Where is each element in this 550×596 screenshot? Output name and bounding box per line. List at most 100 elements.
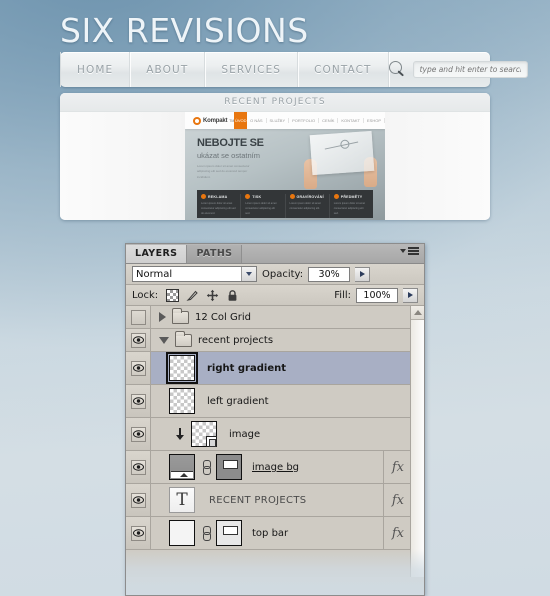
layer-name[interactable]: image	[229, 429, 260, 440]
layer-row[interactable]: left gradient	[126, 385, 424, 418]
vertical-scrollbar[interactable]	[410, 306, 424, 577]
mockup-card-1-head: TISK	[245, 194, 280, 199]
eye-icon[interactable]	[130, 459, 146, 475]
layer-visibility-toggle[interactable]	[126, 329, 151, 351]
layer-name[interactable]: left gradient	[207, 396, 269, 407]
blend-mode-select[interactable]: Normal	[132, 266, 257, 282]
eye-icon[interactable]	[130, 360, 146, 376]
mockup-card-2: GRAVÍROVÁNÍ Lorem ipsum dolor sit amet c…	[286, 194, 330, 218]
layer-visibility-toggle[interactable]	[126, 451, 151, 483]
tab-layers[interactable]: LAYERS	[126, 245, 188, 263]
mockup-card-1-icon	[245, 194, 251, 199]
layer-mask-thumbnail[interactable]	[216, 520, 242, 546]
page-title: SIX REVISIONS	[60, 11, 309, 50]
layer-row[interactable]: T RECENT PROJECTS fx	[126, 484, 424, 517]
mockup-card-2-title: GRAVÍROVÁNÍ	[296, 194, 324, 199]
layer-name[interactable]: image bg	[252, 462, 299, 473]
chevron-right-icon[interactable]	[159, 312, 166, 322]
mockup-card-0-icon	[201, 194, 206, 199]
tab-paths[interactable]: PATHS	[187, 245, 243, 263]
layer-name[interactable]: 12 Col Grid	[195, 312, 251, 323]
eye-icon[interactable]	[130, 426, 146, 442]
clipping-mask-icon	[175, 427, 185, 441]
fx-icon[interactable]: fx	[392, 460, 404, 475]
layer-visibility-toggle[interactable]	[126, 418, 151, 450]
type-layer-icon[interactable]: T	[169, 487, 195, 513]
mockup-card-3-head: PŘEDMĚTY	[333, 194, 369, 199]
lock-transparency-icon[interactable]	[166, 288, 180, 302]
layer-row[interactable]: image	[126, 418, 424, 451]
layer-name[interactable]: RECENT PROJECTS	[209, 495, 306, 506]
layer-body[interactable]: 12 Col Grid	[151, 306, 424, 328]
layer-thumbnail[interactable]	[191, 421, 217, 447]
eye-icon[interactable]	[130, 332, 146, 348]
scroll-up-button[interactable]	[411, 306, 424, 320]
layer-visibility-toggle[interactable]	[126, 385, 151, 417]
layer-name[interactable]: recent projects	[198, 335, 273, 346]
layer-row[interactable]: 12 Col Grid	[126, 306, 424, 329]
search-input[interactable]	[412, 61, 528, 78]
layer-visibility-toggle[interactable]	[126, 484, 151, 516]
blend-mode-value: Normal	[136, 268, 173, 280]
fill-slider-button[interactable]	[403, 287, 418, 303]
layer-body[interactable]: image bg fx	[151, 451, 424, 483]
chevron-down-icon[interactable]	[159, 336, 169, 344]
project-thumbnail[interactable]: Kompakt TM ÚVOD O NÁS SLUŽBY PORTFOLIO C…	[185, 112, 385, 220]
nav-item-home[interactable]: HOME	[60, 52, 131, 87]
panel-menu-icon[interactable]	[400, 247, 419, 255]
nav-item-contact[interactable]: CONTACT	[298, 52, 389, 87]
chevron-down-icon	[400, 248, 406, 253]
layer-mask-thumbnail[interactable]	[216, 454, 242, 480]
mockup-smiley-icon	[340, 139, 350, 150]
layer-visibility-toggle[interactable]	[126, 306, 151, 328]
website-preview: SIX REVISIONS HOME ABOUT SERVICES CONTAC…	[0, 0, 550, 236]
eye-icon[interactable]	[130, 525, 146, 541]
layers-list[interactable]: 12 Col Grid recent projects right gradie…	[126, 306, 424, 577]
site-navbar: HOME ABOUT SERVICES CONTACT	[60, 52, 528, 87]
opacity-input[interactable]: 30%	[308, 266, 351, 282]
layer-name[interactable]: right gradient	[207, 363, 286, 374]
link-icon[interactable]	[201, 526, 211, 541]
lock-position-icon[interactable]	[206, 289, 219, 302]
layer-body[interactable]: left gradient	[151, 385, 424, 417]
layer-body[interactable]: image	[151, 418, 424, 450]
layer-visibility-toggle[interactable]	[126, 352, 151, 384]
layer-body[interactable]: right gradient	[151, 352, 424, 384]
search-icon[interactable]	[388, 61, 406, 78]
layer-row[interactable]: recent projects	[126, 329, 424, 352]
opacity-slider-button[interactable]	[355, 266, 371, 282]
layer-thumbnail[interactable]	[169, 454, 195, 480]
mockup-nav-item-5: ESHOP	[364, 118, 385, 123]
link-icon[interactable]	[201, 460, 211, 475]
nav-item-about[interactable]: ABOUT	[130, 52, 206, 87]
smart-object-icon	[206, 436, 217, 447]
fill-input[interactable]: 100%	[356, 287, 398, 303]
layer-name[interactable]: top bar	[252, 528, 288, 539]
site-search	[388, 52, 540, 87]
eye-icon-off[interactable]	[130, 309, 146, 325]
lock-fill-row: Lock: Fill: 100%	[126, 285, 424, 306]
eye-icon[interactable]	[130, 393, 146, 409]
mockup-nav-item-0: O NÁS	[247, 118, 267, 123]
fx-icon[interactable]: fx	[392, 526, 404, 541]
layer-thumbnail[interactable]	[166, 352, 198, 384]
recent-projects-heading: RECENT PROJECTS	[60, 93, 490, 112]
mockup-hero: NEBOJTE SE ukázat se ostatním Lorem ipsu…	[185, 129, 385, 192]
mockup-card-2-head: GRAVÍROVÁNÍ	[289, 194, 325, 199]
layer-thumbnail[interactable]	[169, 388, 195, 414]
lock-all-icon[interactable]	[226, 289, 239, 302]
chevron-down-icon[interactable]	[241, 267, 256, 281]
lock-image-pixels-icon[interactable]	[186, 289, 199, 302]
eye-icon[interactable]	[130, 492, 146, 508]
layer-row[interactable]: image bg fx	[126, 451, 424, 484]
nav-item-services[interactable]: SERVICES	[205, 52, 299, 87]
fx-icon[interactable]: fx	[392, 493, 404, 508]
layer-thumbnail[interactable]	[169, 520, 195, 546]
layer-body[interactable]: T RECENT PROJECTS fx	[151, 484, 424, 516]
layer-visibility-toggle[interactable]	[126, 517, 151, 549]
layer-body[interactable]: top bar fx	[151, 517, 424, 549]
layer-body[interactable]: recent projects	[151, 329, 424, 351]
layer-row[interactable]: top bar fx	[126, 517, 424, 550]
layer-row[interactable]: right gradient	[126, 352, 424, 385]
mockup-logo-text: Kompakt	[203, 117, 228, 124]
